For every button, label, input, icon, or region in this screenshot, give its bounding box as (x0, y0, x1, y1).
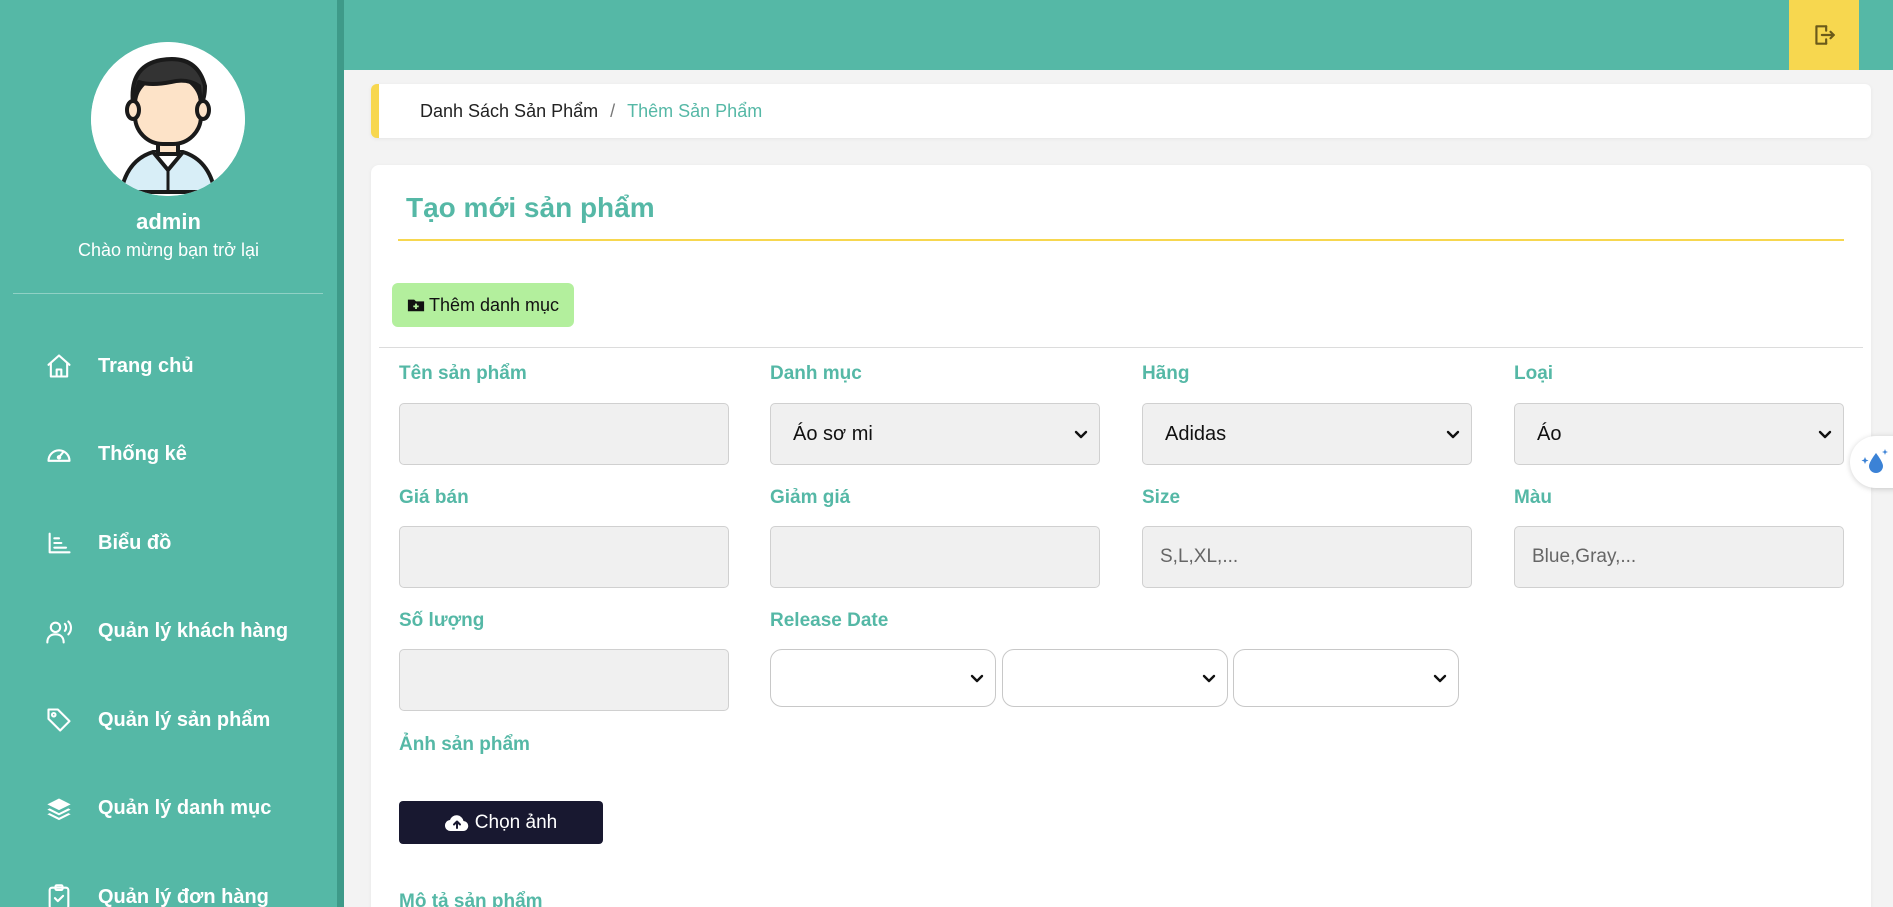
type-label: Loại (1514, 363, 1554, 384)
add-category-label: Thêm danh mục (428, 294, 560, 315)
user-voice-icon (44, 617, 74, 647)
sidebar-item-label: Thống kê (98, 443, 187, 466)
layers-icon (44, 794, 74, 824)
release-day-select[interactable] (770, 649, 996, 707)
chevron-down-icon (1073, 426, 1089, 442)
product-name-input[interactable] (399, 403, 729, 465)
sidebar-item-label: Quản lý khách hàng (98, 620, 289, 643)
sidebar-item-categories[interactable]: Quản lý danh mục (0, 765, 337, 854)
choose-image-button[interactable]: Chọn ảnh (399, 801, 603, 844)
add-category-button[interactable]: Thêm danh mục (392, 283, 574, 327)
quantity-input[interactable] (399, 649, 729, 711)
discount-input[interactable] (770, 526, 1100, 588)
bar-chart-icon (44, 528, 74, 558)
brand-select[interactable]: Adidas (1142, 403, 1472, 465)
sidebar-edge (337, 0, 344, 907)
color-label: Màu (1514, 487, 1552, 508)
sidebar-item-orders[interactable]: Quản lý đơn hàng (0, 853, 337, 907)
create-product-card: Tạo mới sản phẩm Thêm danh mục Tên sản p… (371, 165, 1871, 907)
clipboard-check-icon (44, 882, 74, 907)
brand-label: Hãng (1142, 363, 1190, 384)
product-name-label: Tên sản phẩm (399, 363, 527, 384)
sidebar-item-customers[interactable]: Quản lý khách hàng (0, 588, 337, 677)
user-name: admin (136, 209, 201, 234)
brand-selected-value: Adidas (1165, 422, 1227, 445)
chevron-down-icon (1445, 426, 1461, 442)
user-greeting: Chào mừng bạn trở lại (78, 240, 259, 260)
top-bar (344, 0, 1893, 70)
chevron-down-icon (1817, 426, 1833, 442)
logout-button[interactable] (1789, 0, 1859, 70)
discount-label: Giảm giá (770, 487, 851, 508)
release-date-label: Release Date (770, 610, 889, 631)
chevron-down-icon (1201, 670, 1217, 686)
color-input[interactable] (1514, 526, 1844, 588)
release-year-select[interactable] (1233, 649, 1459, 707)
quantity-label: Số lượng (399, 610, 485, 631)
folder-plus-icon (407, 299, 425, 312)
title-underline (398, 239, 1844, 241)
home-icon (44, 351, 74, 381)
user-avatar-icon (91, 42, 245, 196)
sidebar-item-label: Quản lý sản phẩm (98, 708, 271, 731)
release-month-select[interactable] (1002, 649, 1228, 707)
category-select[interactable]: Áo sơ mi (770, 403, 1100, 465)
sidebar-item-label: Quản lý đơn hàng (98, 885, 269, 907)
sidebar: admin Chào mừng bạn trở lại Trang chủ Th… (0, 0, 344, 907)
logout-icon (1815, 25, 1835, 45)
avatar (91, 42, 245, 196)
price-label: Giá bán (399, 487, 469, 508)
sidebar-item-label: Quản lý danh mục (98, 797, 272, 820)
category-label: Danh mục (770, 363, 862, 384)
sidebar-divider (13, 293, 323, 294)
sidebar-item-label: Biểu đồ (98, 531, 172, 554)
floating-assistant-button[interactable] (1850, 436, 1893, 488)
sidebar-nav: Trang chủ Thống kê Biểu đồ Quản lý khách… (0, 322, 337, 907)
breadcrumb-parent-link[interactable]: Danh Sách Sản Phẩm (420, 101, 598, 122)
choose-image-label: Chọn ảnh (474, 811, 558, 833)
size-input[interactable] (1142, 526, 1472, 588)
type-selected-value: Áo (1537, 422, 1562, 445)
page-title: Tạo mới sản phẩm (406, 192, 655, 223)
description-label: Mô tả sản phẩm (399, 891, 543, 907)
cloud-upload-icon (444, 814, 469, 831)
breadcrumb-current: Thêm Sản Phẩm (627, 100, 763, 121)
tag-icon (44, 705, 74, 735)
size-label: Size (1142, 487, 1181, 508)
chevron-down-icon (969, 670, 985, 686)
sidebar-item-charts[interactable]: Biểu đồ (0, 499, 337, 588)
sidebar-item-products[interactable]: Quản lý sản phẩm (0, 676, 337, 765)
sidebar-item-label: Trang chủ (98, 354, 194, 377)
form-divider (379, 347, 1863, 348)
water-drop-sparkle-icon (1861, 449, 1888, 473)
type-select[interactable]: Áo (1514, 403, 1844, 465)
category-selected-value: Áo sơ mi (793, 422, 873, 445)
product-image-label: Ảnh sản phẩm (399, 734, 530, 755)
chevron-down-icon (1432, 670, 1448, 686)
sidebar-item-home[interactable]: Trang chủ (0, 322, 337, 411)
price-input[interactable] (399, 526, 729, 588)
sidebar-item-statistics[interactable]: Thống kê (0, 411, 337, 500)
breadcrumb: Danh Sách Sản Phẩm / Thêm Sản Phẩm (371, 84, 1871, 138)
breadcrumb-separator: / (610, 100, 616, 121)
gauge-icon (44, 440, 74, 470)
